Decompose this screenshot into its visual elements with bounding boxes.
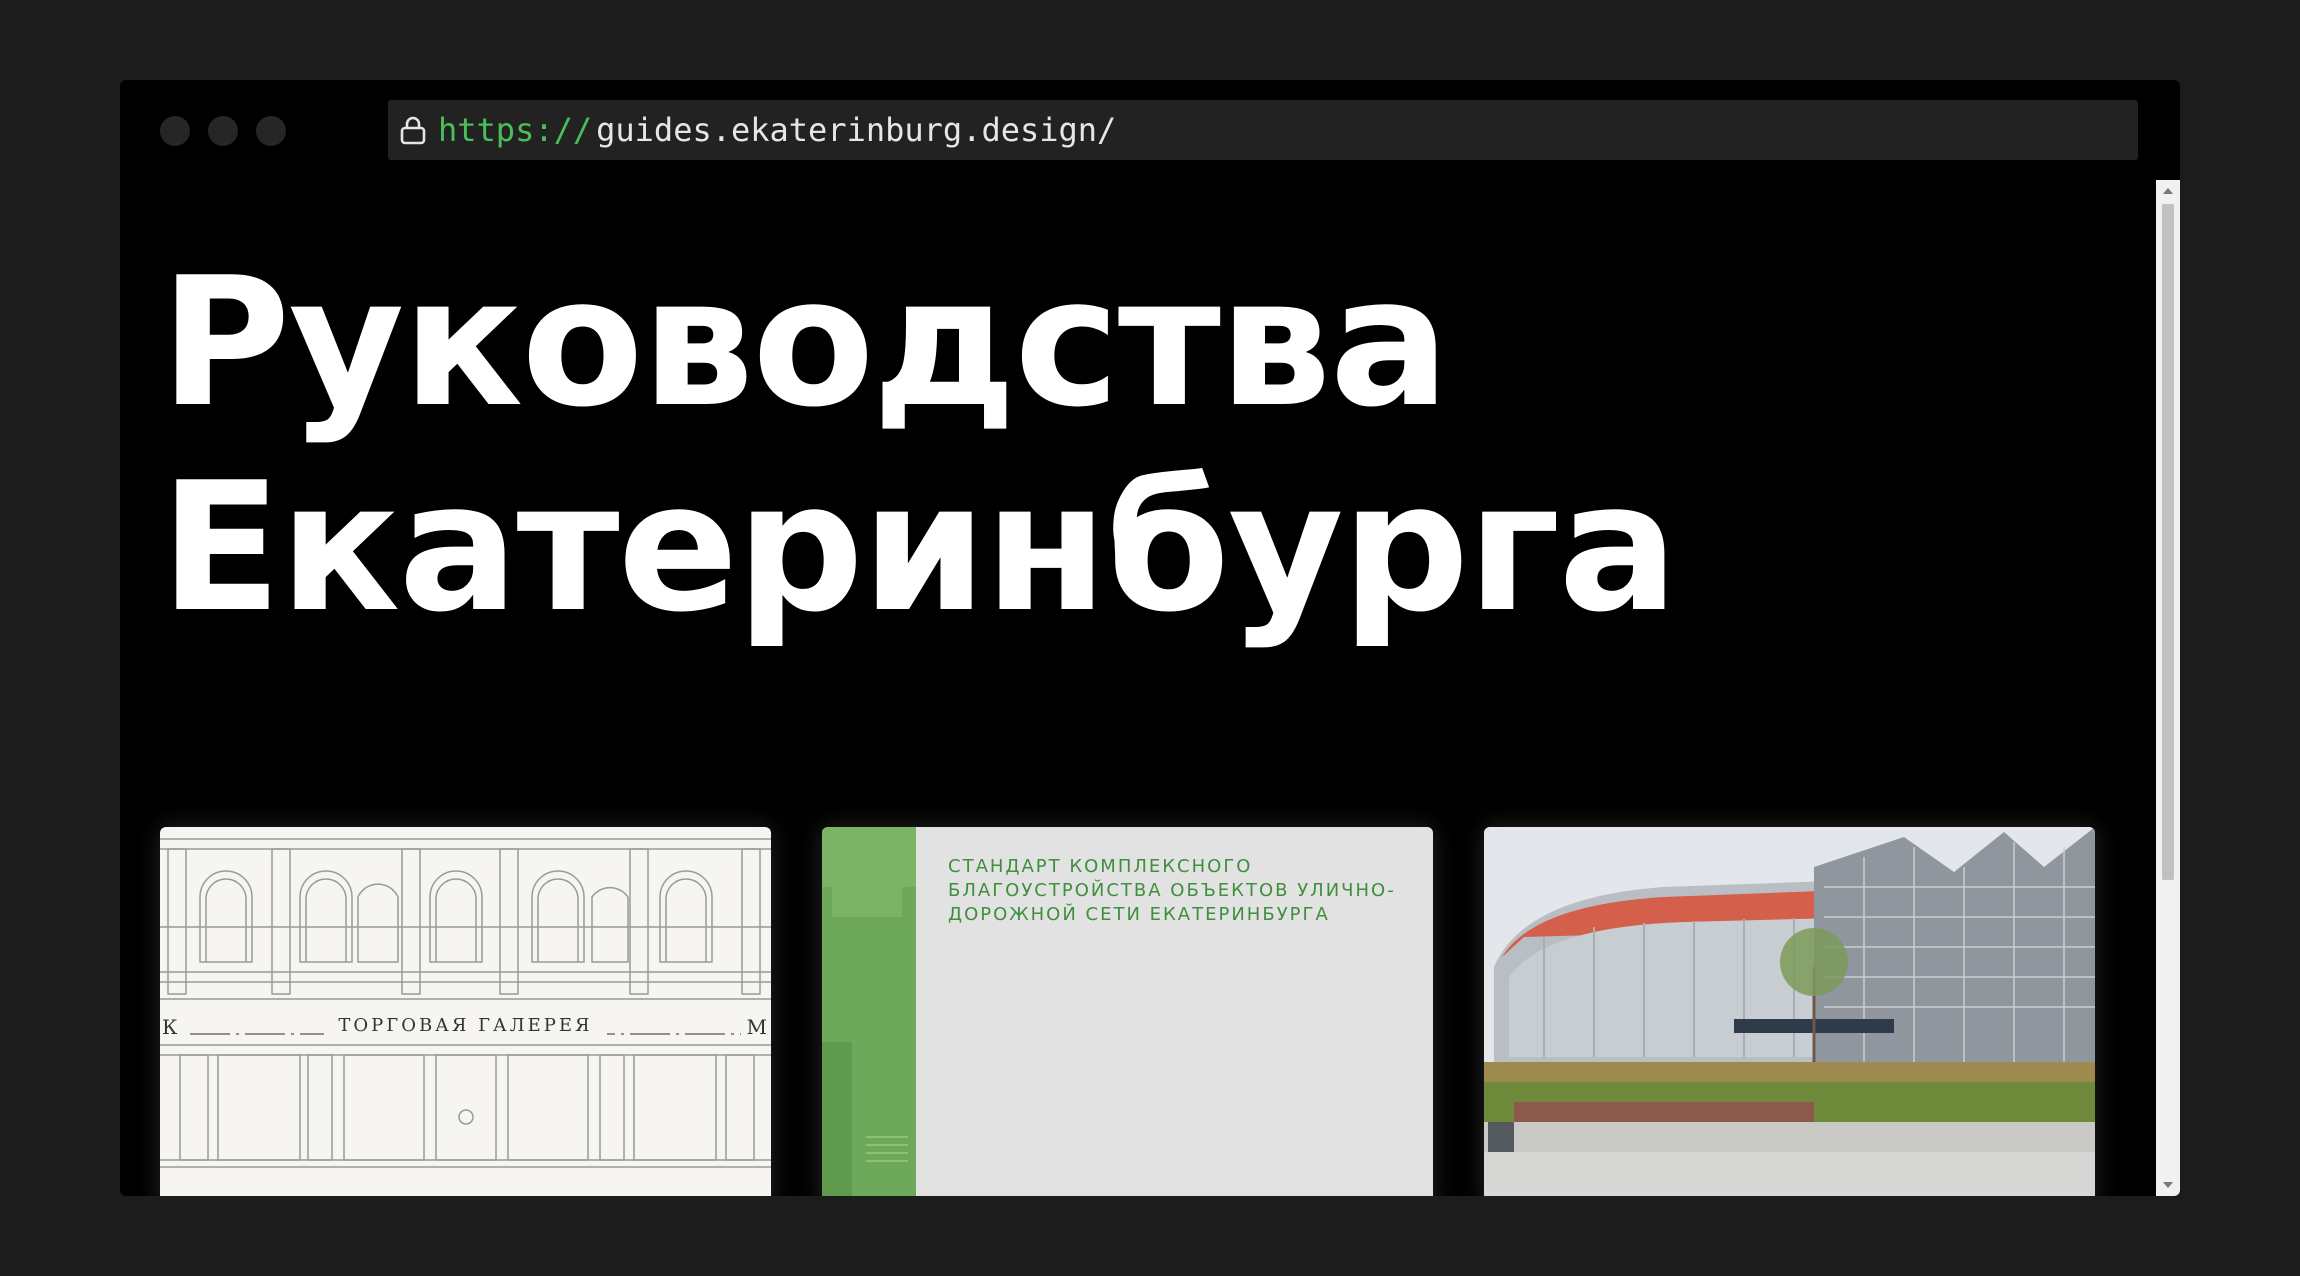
stadium-photo [1484,827,2095,1196]
facade-illustration [160,838,771,1168]
browser-titlebar: https:// guides.ekaterinburg.design/ [120,80,2180,180]
scroll-up-icon[interactable] [2163,188,2173,194]
maximize-window-button[interactable] [256,116,286,146]
page-title-line-2: Екатеринбурга [160,444,1678,651]
facade-sign-text: ТОРГОВАЯ ГАЛЕРЕЯ [324,1015,607,1036]
lock-icon [400,115,426,145]
cover-title: СТАНДАРТ КОМПЛЕКСНОГО БЛАГОУСТРОЙСТВА ОБ… [948,856,1396,925]
facade-sign-edge-right: М [746,1015,767,1039]
guide-card-stadium[interactable] [1484,827,2095,1196]
scrollbar-thumb[interactable] [2162,204,2174,880]
scroll-down-icon[interactable] [2163,1182,2173,1188]
url-host: guides.ekaterinburg.design/ [596,111,1117,149]
guide-card-standard[interactable]: СТАНДАРТ КОМПЛЕКСНОГО БЛАГОУСТРОЙСТВА ОБ… [822,827,1433,1196]
close-window-button[interactable] [160,116,190,146]
vertical-scrollbar[interactable] [2156,180,2180,1196]
minimize-window-button[interactable] [208,116,238,146]
page-content: Руководства Екатеринбурга К ТОРГОВАЯ ГАЛ… [120,180,2156,1196]
guide-card-facade[interactable]: К ТОРГОВАЯ ГАЛЕРЕЯ М [160,827,771,1196]
facade-sign: ТОРГОВАЯ ГАЛЕРЕЯ [160,1015,771,1036]
cover-green-band [822,827,916,1196]
cover-pattern [822,827,916,1196]
page-title: Руководства Екатеринбурга [160,239,1678,651]
url-scheme: https:// [438,111,593,149]
address-bar[interactable]: https:// guides.ekaterinburg.design/ [388,100,2138,160]
page-title-line-1: Руководства [160,239,1450,446]
browser-window: https:// guides.ekaterinburg.design/ Рук… [120,80,2180,1196]
